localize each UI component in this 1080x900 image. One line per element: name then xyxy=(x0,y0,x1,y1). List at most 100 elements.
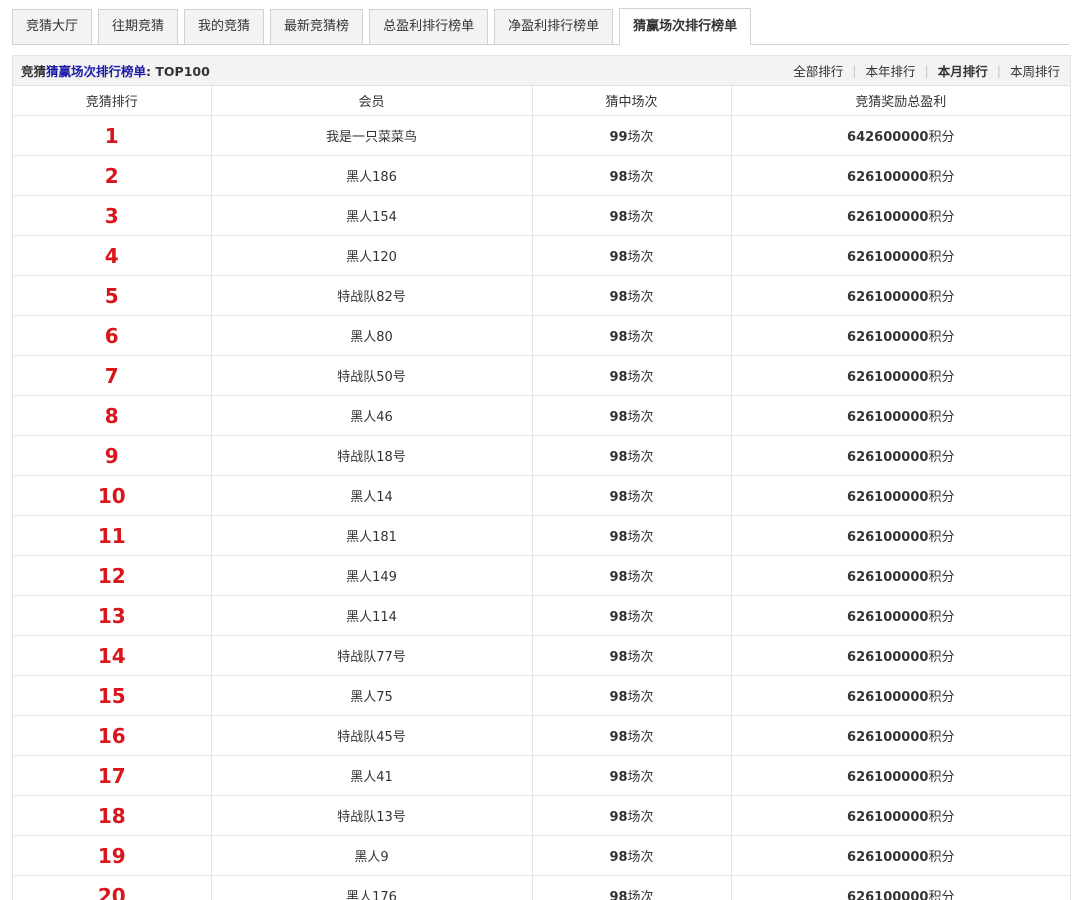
profit-cell: 626100000积分 xyxy=(731,395,1070,436)
tab-past-bets[interactable]: 往期竞猜 xyxy=(98,9,179,44)
table-row: 2 黑人186 98场次 626100000积分 xyxy=(13,155,1070,196)
profit-cell: 626100000积分 xyxy=(731,795,1070,836)
tab-my-bets[interactable]: 我的竞猜 xyxy=(184,9,265,44)
hits-cell: 98场次 xyxy=(532,475,732,516)
table-body: 1 我是一只菜菜鸟 99场次 642600000积分 2 黑人186 98场次 6261000… xyxy=(13,115,1070,900)
profit-unit: 积分 xyxy=(928,330,955,345)
hits-unit: 场次 xyxy=(627,370,654,385)
profit-value: 626100000 xyxy=(847,810,929,825)
table-row: 14 特战队77号 98场次 626100000积分 xyxy=(13,635,1070,676)
profit-cell: 626100000积分 xyxy=(731,755,1070,796)
filter-year[interactable]: 本年排行 xyxy=(864,61,918,80)
hits-unit: 场次 xyxy=(627,450,654,465)
hits-cell: 98场次 xyxy=(532,275,732,316)
profit-cell: 642600000积分 xyxy=(731,115,1070,156)
hits-value: 98 xyxy=(609,490,628,505)
rank-cell: 3 xyxy=(13,195,212,236)
member-cell: 黑人149 xyxy=(211,555,533,596)
hits-value: 98 xyxy=(609,170,628,185)
member-cell: 特战队82号 xyxy=(211,275,533,316)
profit-unit: 积分 xyxy=(928,610,955,625)
hits-unit: 场次 xyxy=(627,770,654,785)
member-cell: 黑人120 xyxy=(211,235,533,276)
hits-unit: 场次 xyxy=(627,690,654,705)
hits-value: 98 xyxy=(609,330,628,345)
profit-value: 626100000 xyxy=(847,530,929,545)
profit-cell: 626100000积分 xyxy=(731,635,1070,676)
member-cell: 特战队18号 xyxy=(211,435,533,476)
hits-unit: 场次 xyxy=(627,210,654,225)
profit-value: 626100000 xyxy=(847,250,929,265)
profit-value: 626100000 xyxy=(847,650,929,665)
tab-net-profit-ranking[interactable]: 净盈利排行榜单 xyxy=(494,9,614,44)
rank-cell: 6 xyxy=(13,315,212,356)
member-cell: 黑人186 xyxy=(211,155,533,196)
panel-header: 竞猜猜赢场次排行榜单: TOP100 全部排行 | 本年排行 | 本月排行 | … xyxy=(13,56,1070,86)
profit-unit: 积分 xyxy=(928,410,955,425)
hits-cell: 98场次 xyxy=(532,555,732,596)
profit-value: 626100000 xyxy=(847,730,929,745)
rank-cell: 8 xyxy=(13,395,212,436)
ranking-panel: 竞猜猜赢场次排行榜单: TOP100 全部排行 | 本年排行 | 本月排行 | … xyxy=(12,55,1071,900)
title-highlight: 猜赢场次排行榜单 xyxy=(46,64,147,79)
profit-value: 626100000 xyxy=(847,610,929,625)
tab-latest-ranking[interactable]: 最新竞猜榜 xyxy=(270,9,364,44)
rank-cell: 2 xyxy=(13,155,212,196)
hits-unit: 场次 xyxy=(627,250,654,265)
profit-cell: 626100000积分 xyxy=(731,315,1070,356)
profit-unit: 积分 xyxy=(928,570,955,585)
hits-unit: 场次 xyxy=(627,530,654,545)
tab-bar: 竞猜大厅 往期竞猜 我的竞猜 最新竞猜榜 总盈利排行榜单 净盈利排行榜单 猜赢场… xyxy=(12,8,1069,45)
hits-value: 98 xyxy=(609,450,628,465)
rank-cell: 10 xyxy=(13,475,212,516)
profit-value: 626100000 xyxy=(847,570,929,585)
filter-all[interactable]: 全部排行 xyxy=(791,61,845,80)
rank-cell: 17 xyxy=(13,755,212,796)
table-row: 4 黑人120 98场次 626100000积分 xyxy=(13,235,1070,276)
hits-value: 98 xyxy=(609,850,628,865)
hits-value: 98 xyxy=(609,690,628,705)
hits-unit: 场次 xyxy=(627,610,654,625)
profit-unit: 积分 xyxy=(928,370,955,385)
hits-value: 98 xyxy=(609,650,628,665)
rank-cell: 12 xyxy=(13,555,212,596)
member-cell: 特战队45号 xyxy=(211,715,533,756)
page: 竞猜大厅 往期竞猜 我的竞猜 最新竞猜榜 总盈利排行榜单 净盈利排行榜单 猜赢场… xyxy=(0,0,1080,900)
tab-wins-ranking[interactable]: 猜赢场次排行榜单 xyxy=(619,8,752,45)
hits-value: 98 xyxy=(609,530,628,545)
member-cell: 黑人46 xyxy=(211,395,533,436)
filter-week[interactable]: 本周排行 xyxy=(1008,61,1062,80)
table-row: 7 特战队50号 98场次 626100000积分 xyxy=(13,355,1070,396)
hits-cell: 98场次 xyxy=(532,355,732,396)
hits-cell: 98场次 xyxy=(532,795,732,836)
hits-value: 98 xyxy=(609,810,628,825)
member-cell: 黑人75 xyxy=(211,675,533,716)
profit-cell: 626100000积分 xyxy=(731,715,1070,756)
tabs: 竞猜大厅 往期竞猜 我的竞猜 最新竞猜榜 总盈利排行榜单 净盈利排行榜单 猜赢场… xyxy=(12,8,1069,45)
profit-cell: 626100000积分 xyxy=(731,595,1070,636)
filter-separator: | xyxy=(924,63,929,78)
table-row: 1 我是一只菜菜鸟 99场次 642600000积分 xyxy=(13,115,1070,156)
hits-value: 98 xyxy=(609,770,628,785)
member-cell: 黑人41 xyxy=(211,755,533,796)
hits-value: 98 xyxy=(609,570,628,585)
profit-value: 626100000 xyxy=(847,370,929,385)
hits-cell: 98场次 xyxy=(532,195,732,236)
tab-betting-hall[interactable]: 竞猜大厅 xyxy=(12,9,93,44)
profit-cell: 626100000积分 xyxy=(731,475,1070,516)
table-row: 16 特战队45号 98场次 626100000积分 xyxy=(13,715,1070,756)
member-cell: 黑人14 xyxy=(211,475,533,516)
hits-cell: 98场次 xyxy=(532,235,732,276)
member-cell: 黑人154 xyxy=(211,195,533,236)
member-cell: 黑人114 xyxy=(211,595,533,636)
rank-cell: 13 xyxy=(13,595,212,636)
member-cell: 我是一只菜菜鸟 xyxy=(211,115,533,156)
rank-cell: 19 xyxy=(13,835,212,876)
tab-total-profit-ranking[interactable]: 总盈利排行榜单 xyxy=(369,9,489,44)
table-row: 3 黑人154 98场次 626100000积分 xyxy=(13,195,1070,236)
hits-unit: 场次 xyxy=(627,290,654,305)
profit-cell: 626100000积分 xyxy=(731,355,1070,396)
filter-month[interactable]: 本月排行 xyxy=(936,61,990,80)
member-cell: 黑人9 xyxy=(211,835,533,876)
profit-value: 626100000 xyxy=(847,330,929,345)
